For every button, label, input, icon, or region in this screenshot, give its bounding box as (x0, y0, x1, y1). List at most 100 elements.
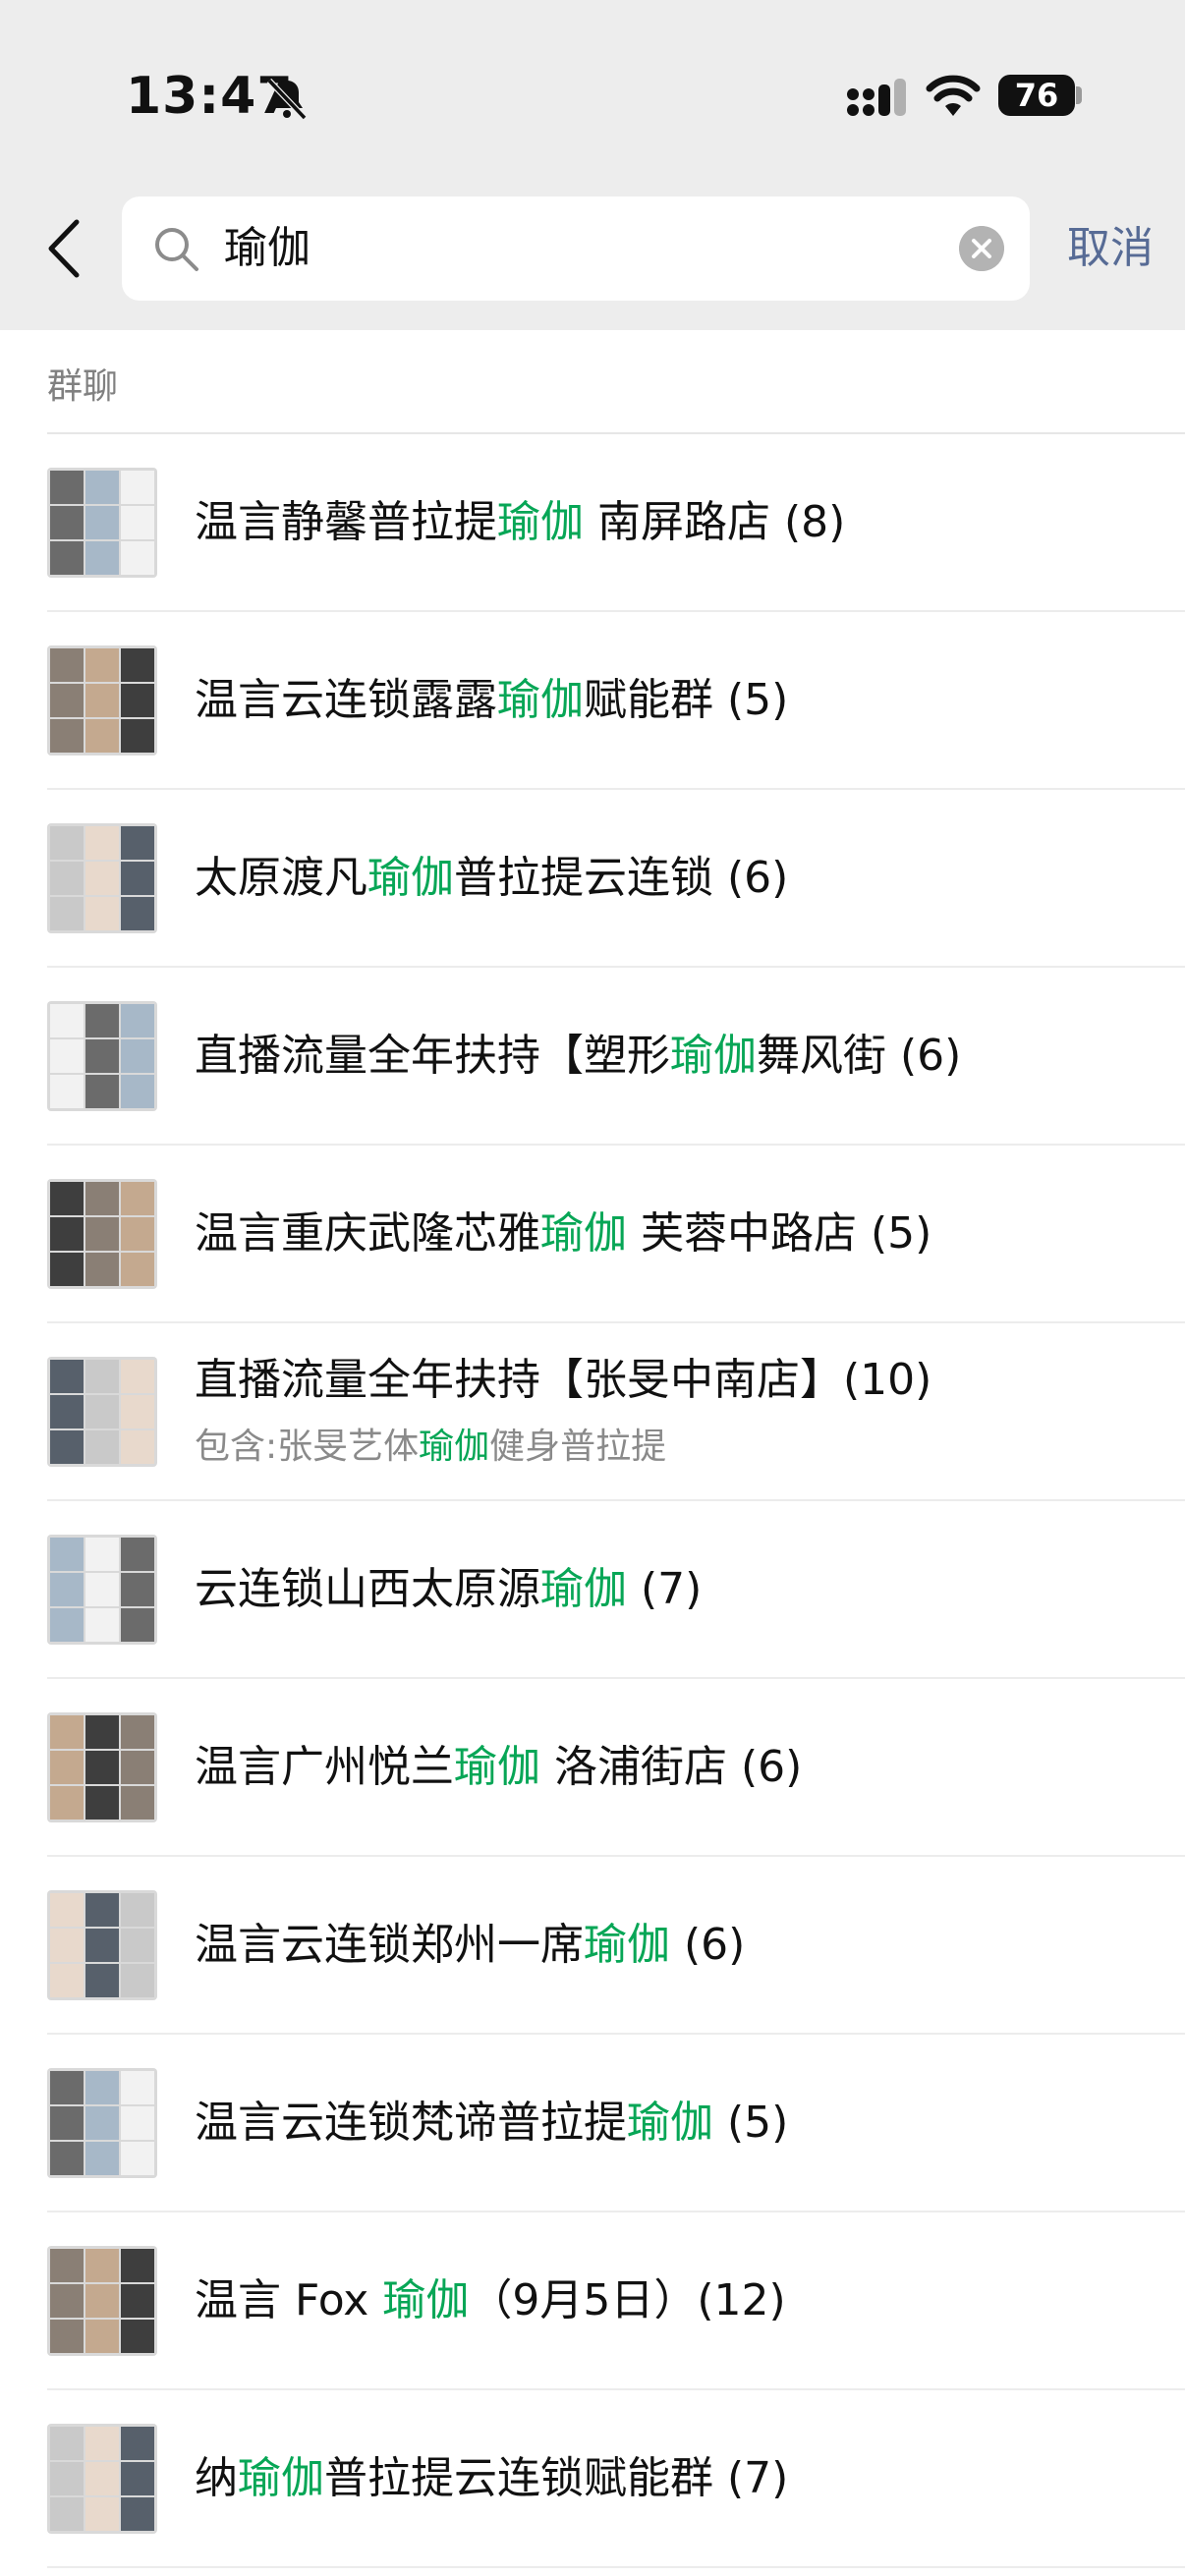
group-avatar (47, 468, 157, 578)
result-title: 太原渡凡瑜伽普拉提云连锁 (6) (195, 847, 788, 910)
title-text: 南屏路店 (8) (584, 497, 846, 547)
group-avatar-cell (50, 2071, 84, 2104)
group-avatar-cell (121, 2106, 154, 2140)
group-avatar-cell (121, 1573, 154, 1606)
title-text: 温言云连锁露露 (195, 675, 497, 725)
result-row[interactable]: 直播流量全年扶持【塑形瑜伽舞风街 (6) (0, 968, 1185, 1146)
mute-bell-icon (266, 78, 308, 121)
group-avatar-cell (121, 1430, 154, 1464)
result-row[interactable]: 温言重庆武隆芯雅瑜伽 芙蓉中路店 (5) (0, 1146, 1185, 1323)
title-highlight: 瑜伽 (367, 853, 454, 903)
clear-icon[interactable] (959, 226, 1004, 271)
title-highlight: 瑜伽 (497, 675, 584, 725)
group-avatar-cell (121, 1253, 154, 1286)
title-highlight: 瑜伽 (627, 2098, 713, 2148)
group-avatar-cell (85, 1893, 119, 1927)
group-avatar-cell (121, 1360, 154, 1393)
group-avatar-cell (50, 897, 84, 930)
group-avatar-cell (50, 1039, 84, 1073)
group-avatar-cell (121, 897, 154, 930)
result-title: 温言云连锁露露瑜伽赋能群 (5) (195, 669, 788, 732)
group-avatar-cell (121, 1217, 154, 1251)
title-text: （9月5日）(12) (469, 2275, 786, 2325)
group-avatar-cell (85, 1075, 119, 1108)
back-arrow-icon[interactable] (43, 214, 90, 283)
result-title: 温言广州悦兰瑜伽 洛浦街店 (6) (195, 1736, 802, 1799)
group-avatar-cell (50, 1929, 84, 1962)
search-input[interactable]: 瑜伽 (224, 196, 912, 301)
group-avatar-cell (121, 2249, 154, 2282)
group-avatar-cell (85, 2462, 119, 2495)
group-avatar-cell (85, 1182, 119, 1215)
group-avatar-cell (85, 2320, 119, 2353)
subtitle-text: 健身普拉提 (489, 1427, 667, 1467)
group-avatar-cell (85, 471, 119, 504)
group-avatar-cell (50, 684, 84, 717)
group-avatar-cell (85, 1964, 119, 1997)
group-avatar-cell (121, 1893, 154, 1927)
result-row[interactable]: 纳瑜伽普拉提云连锁赋能群 (7) (0, 2390, 1185, 2568)
group-avatar-cell (121, 1004, 154, 1037)
title-text: (7) (627, 1564, 703, 1614)
title-text: 温言广州悦兰 (195, 1742, 454, 1792)
group-avatar-cell (121, 2142, 154, 2175)
result-row[interactable]: 温言云连锁郑州一席瑜伽 (6) (0, 1857, 1185, 2035)
group-avatar-cell (85, 1715, 119, 1749)
group-avatar-cell (121, 1786, 154, 1820)
result-row[interactable]: 温言云连锁梵谛普拉提瑜伽 (5) (0, 2035, 1185, 2212)
group-avatar-cell (85, 1929, 119, 1962)
title-text: 赋能群 (5) (584, 675, 789, 725)
group-avatar-cell (85, 1751, 119, 1784)
group-avatar-cell (121, 2462, 154, 2495)
group-avatar (47, 1179, 157, 1289)
subtitle-text: 包含:张旻艺体 (195, 1427, 420, 1467)
group-avatar (47, 1535, 157, 1645)
cancel-button[interactable]: 取消 (1067, 208, 1154, 289)
group-avatar-cell (50, 826, 84, 860)
group-avatar-cell (50, 1004, 84, 1037)
title-text: 普拉提云连锁赋能群 (7) (324, 2453, 789, 2503)
result-row[interactable]: 直播流量全年扶持【张旻中南店】(10) 包含:张旻艺体瑜伽健身普拉提 (0, 1323, 1185, 1501)
group-avatar-cell (50, 862, 84, 895)
group-avatar-cell (85, 1573, 119, 1606)
result-row[interactable]: 温言广州悦兰瑜伽 洛浦街店 (6) (0, 1679, 1185, 1857)
group-avatar-cell (50, 1573, 84, 1606)
title-highlight: 瑜伽 (454, 1742, 540, 1792)
group-avatar-cell (121, 1538, 154, 1571)
result-row[interactable]: 温言云连锁露露瑜伽赋能群 (5) (0, 612, 1185, 790)
group-avatar-cell (121, 684, 154, 717)
group-avatar-cell (50, 2284, 84, 2318)
group-avatar-cell (85, 897, 119, 930)
group-avatar-cell (50, 1075, 84, 1108)
battery-icon: 76 (998, 75, 1075, 116)
group-avatar-cell (85, 2249, 119, 2282)
group-avatar-cell (85, 506, 119, 539)
result-row[interactable]: 温言静馨普拉提瑜伽 南屏路店 (8) (0, 434, 1185, 612)
battery-nub (1076, 86, 1082, 104)
result-title: 温言云连锁梵谛普拉提瑜伽 (5) (195, 2092, 788, 2155)
title-highlight: 瑜伽 (497, 497, 584, 547)
group-avatar-cell (85, 1608, 119, 1642)
result-row[interactable]: 云连锁山西太原源瑜伽 (7) (0, 1501, 1185, 1679)
group-avatar-cell (50, 1217, 84, 1251)
group-avatar-cell (50, 2249, 84, 2282)
title-text: 普拉提云连锁 (6) (454, 853, 789, 903)
group-avatar-cell (121, 648, 154, 682)
title-text: (6) (670, 1920, 746, 1970)
search-box[interactable]: 瑜伽 (122, 196, 1030, 301)
group-avatar-cell (85, 826, 119, 860)
result-title: 温言静馨普拉提瑜伽 南屏路店 (8) (195, 491, 845, 554)
group-avatar-cell (85, 2497, 119, 2531)
section-header: 群聊 (47, 366, 119, 407)
title-text: 太原渡凡 (195, 853, 367, 903)
group-avatar (47, 645, 157, 756)
group-avatar-cell (85, 1253, 119, 1286)
group-avatar-cell (121, 2427, 154, 2460)
row-divider (47, 2566, 1185, 2568)
group-avatar-cell (50, 1430, 84, 1464)
group-avatar-cell (85, 1538, 119, 1571)
group-avatar-cell (50, 648, 84, 682)
group-avatar-cell (121, 1964, 154, 1997)
result-row[interactable]: 太原渡凡瑜伽普拉提云连锁 (6) (0, 790, 1185, 968)
result-row[interactable]: 温言 Fox 瑜伽（9月5日）(12) (0, 2212, 1185, 2390)
